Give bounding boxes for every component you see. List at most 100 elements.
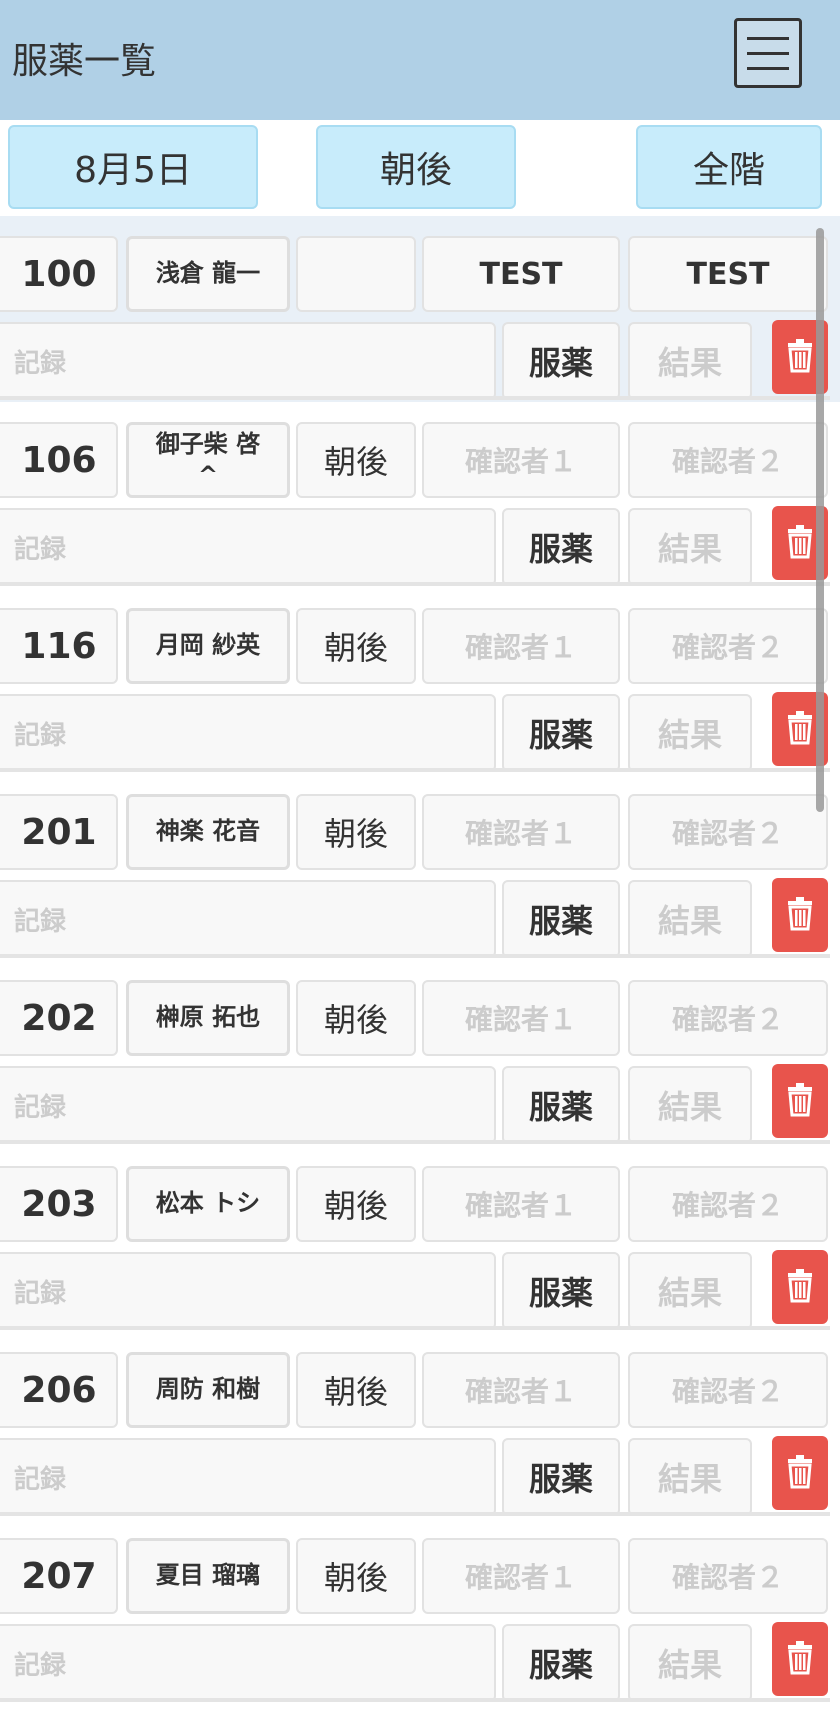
- result-field[interactable]: 結果: [628, 1252, 752, 1330]
- confirmer1-field[interactable]: TEST: [422, 236, 620, 312]
- timing-field[interactable]: 朝後: [296, 1538, 416, 1614]
- confirmer2-field[interactable]: TEST: [628, 236, 828, 312]
- result-field[interactable]: 結果: [628, 322, 752, 400]
- timing-field[interactable]: 朝後: [296, 980, 416, 1056]
- page-title: 服薬一覧: [12, 41, 157, 82]
- take-medication-button[interactable]: 服薬: [502, 322, 620, 400]
- resident-name: 周防 和樹: [126, 1352, 290, 1428]
- resident-name: 神楽 花音: [126, 794, 290, 870]
- row-divider: [0, 1140, 830, 1144]
- confirmer1-field[interactable]: 確認者１: [422, 1166, 620, 1242]
- trash-icon: [785, 1081, 815, 1121]
- result-field[interactable]: 結果: [628, 1066, 752, 1144]
- trash-icon: [785, 1267, 815, 1307]
- resident-name: 松本 トシ: [126, 1166, 290, 1242]
- resident-name: 御子柴 啓 ^: [126, 422, 290, 498]
- result-field[interactable]: 結果: [628, 508, 752, 586]
- confirmer2-field[interactable]: 確認者２: [628, 608, 828, 684]
- timing-field[interactable]: 朝後: [296, 1166, 416, 1242]
- room-number: 203: [0, 1166, 118, 1242]
- record-row: 203 松本 トシ 朝後 確認者１ 確認者２ 記録 服薬 結果: [0, 1146, 840, 1332]
- timing-field[interactable]: 朝後: [296, 1352, 416, 1428]
- app-header: 服薬一覧: [0, 0, 840, 120]
- delete-button[interactable]: [772, 878, 828, 952]
- memo-input[interactable]: 記録: [0, 322, 496, 400]
- record-row: 207 夏目 瑠璃 朝後 確認者１ 確認者２ 記録 服薬 結果: [0, 1518, 840, 1704]
- hamburger-menu-icon[interactable]: [734, 18, 802, 88]
- confirmer2-field[interactable]: 確認者２: [628, 1538, 828, 1614]
- memo-input[interactable]: 記録: [0, 1252, 496, 1330]
- timing-field[interactable]: 朝後: [296, 608, 416, 684]
- record-row: 106 御子柴 啓 ^ 朝後 確認者１ 確認者２ 記録 服薬 結果: [0, 402, 840, 588]
- trash-icon: [785, 523, 815, 563]
- record-row: 206 周防 和樹 朝後 確認者１ 確認者２ 記録 服薬 結果: [0, 1332, 840, 1518]
- confirmer2-field[interactable]: 確認者２: [628, 980, 828, 1056]
- row-divider: [0, 582, 830, 586]
- result-field[interactable]: 結果: [628, 880, 752, 958]
- delete-button[interactable]: [772, 1064, 828, 1138]
- take-medication-button[interactable]: 服薬: [502, 694, 620, 772]
- confirmer2-field[interactable]: 確認者２: [628, 422, 828, 498]
- confirmer1-field[interactable]: 確認者１: [422, 794, 620, 870]
- record-row: 100 浅倉 龍一 TEST TEST 記録 服薬 結果: [0, 216, 840, 402]
- resident-name: 月岡 紗英: [126, 608, 290, 684]
- room-number: 206: [0, 1352, 118, 1428]
- memo-input[interactable]: 記録: [0, 880, 496, 958]
- confirmer2-field[interactable]: 確認者２: [628, 794, 828, 870]
- filter-bar: 8月5日 朝後 全階: [0, 120, 840, 216]
- result-field[interactable]: 結果: [628, 1438, 752, 1516]
- row-divider: [0, 1698, 830, 1702]
- confirmer1-field[interactable]: 確認者１: [422, 608, 620, 684]
- row-divider: [0, 768, 830, 772]
- confirmer2-field[interactable]: 確認者２: [628, 1352, 828, 1428]
- result-field[interactable]: 結果: [628, 694, 752, 772]
- take-medication-button[interactable]: 服薬: [502, 508, 620, 586]
- memo-input[interactable]: 記録: [0, 1066, 496, 1144]
- memo-input[interactable]: 記録: [0, 508, 496, 586]
- timing-field[interactable]: [296, 236, 416, 312]
- record-row: 202 榊原 拓也 朝後 確認者１ 確認者２ 記録 服薬 結果: [0, 960, 840, 1146]
- take-medication-button[interactable]: 服薬: [502, 1438, 620, 1516]
- room-number: 100: [0, 236, 118, 312]
- room-number: 201: [0, 794, 118, 870]
- delete-button[interactable]: [772, 1436, 828, 1510]
- resident-name: 夏目 瑠璃: [126, 1538, 290, 1614]
- confirmer1-field[interactable]: 確認者１: [422, 422, 620, 498]
- delete-button[interactable]: [772, 1622, 828, 1696]
- trash-icon: [785, 337, 815, 377]
- confirmer1-field[interactable]: 確認者１: [422, 980, 620, 1056]
- memo-input[interactable]: 記録: [0, 694, 496, 772]
- confirmer2-field[interactable]: 確認者２: [628, 1166, 828, 1242]
- record-row: 201 神楽 花音 朝後 確認者１ 確認者２ 記録 服薬 結果: [0, 774, 840, 960]
- medication-list: 100 浅倉 龍一 TEST TEST 記録 服薬 結果 106 御子柴 啓 ^ 朝後 確認者１ 確認者…: [0, 216, 840, 1718]
- scrollbar[interactable]: [816, 228, 824, 812]
- timing-field[interactable]: 朝後: [296, 422, 416, 498]
- resident-name: 浅倉 龍一: [126, 236, 290, 312]
- floor-filter-button[interactable]: 全階: [636, 125, 822, 209]
- row-divider: [0, 1512, 830, 1516]
- take-medication-button[interactable]: 服薬: [502, 1066, 620, 1144]
- trash-icon: [785, 1639, 815, 1679]
- take-medication-button[interactable]: 服薬: [502, 880, 620, 958]
- row-divider: [0, 954, 830, 958]
- take-medication-button[interactable]: 服薬: [502, 1624, 620, 1702]
- memo-input[interactable]: 記録: [0, 1438, 496, 1516]
- row-divider: [0, 396, 830, 400]
- record-row: 116 月岡 紗英 朝後 確認者１ 確認者２ 記録 服薬 結果: [0, 588, 840, 774]
- result-field[interactable]: 結果: [628, 1624, 752, 1702]
- trash-icon: [785, 709, 815, 749]
- confirmer1-field[interactable]: 確認者１: [422, 1352, 620, 1428]
- memo-input[interactable]: 記録: [0, 1624, 496, 1702]
- delete-button[interactable]: [772, 1250, 828, 1324]
- room-number: 106: [0, 422, 118, 498]
- resident-name: 榊原 拓也: [126, 980, 290, 1056]
- room-number: 202: [0, 980, 118, 1056]
- confirmer1-field[interactable]: 確認者１: [422, 1538, 620, 1614]
- date-filter-button[interactable]: 8月5日: [8, 125, 258, 209]
- timing-filter-button[interactable]: 朝後: [316, 125, 516, 209]
- trash-icon: [785, 895, 815, 935]
- take-medication-button[interactable]: 服薬: [502, 1252, 620, 1330]
- room-number: 207: [0, 1538, 118, 1614]
- timing-field[interactable]: 朝後: [296, 794, 416, 870]
- row-divider: [0, 1326, 830, 1330]
